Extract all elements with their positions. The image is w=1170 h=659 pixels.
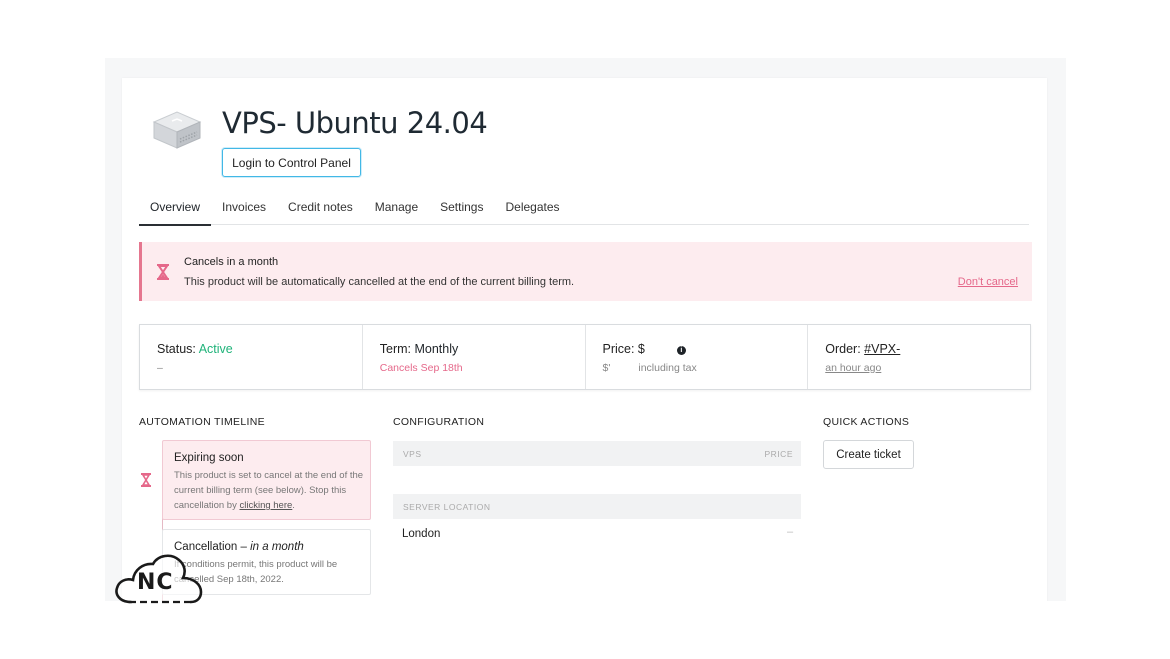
config-col-price: PRICE	[764, 449, 793, 459]
tab-settings[interactable]: Settings	[429, 190, 494, 224]
price-label: Price: $	[602, 342, 645, 356]
term-cell: Term: Monthly Cancels Sep 18th	[363, 325, 586, 389]
alert-message: This product will be automatically cance…	[184, 276, 575, 288]
tab-invoices[interactable]: Invoices	[211, 190, 277, 224]
server-location-header: SERVER LOCATION	[393, 494, 801, 519]
alert-title: Cancels in a month	[184, 256, 279, 268]
order-time[interactable]: an hour ago	[825, 362, 1030, 374]
product-summary: Status: Active – Term: Monthly Cancels S…	[139, 324, 1031, 390]
price-tax-note: including tax	[638, 362, 697, 374]
timeline-item-expiring: Expiring soon This product is set to can…	[162, 440, 371, 520]
price-cell: Price: $ i $' including tax	[586, 325, 809, 389]
term-value: Monthly	[414, 342, 459, 356]
timeline-item-text-end: .	[292, 500, 295, 511]
config-header-row: VPS PRICE	[393, 441, 801, 466]
tab-credit-notes[interactable]: Credit notes	[277, 190, 364, 224]
status-sub: –	[157, 362, 163, 374]
order-link[interactable]: #VPX-	[864, 342, 900, 356]
timeline-item-title-suffix: in a month	[250, 541, 304, 553]
tab-manage[interactable]: Manage	[364, 190, 429, 224]
timeline-item-text: This product is set to cancel at the end…	[174, 468, 364, 513]
dont-cancel-link[interactable]: Don't cancel	[958, 276, 1018, 288]
order-cell: Order: #VPX- an hour ago	[808, 325, 1030, 389]
tab-delegates[interactable]: Delegates	[494, 190, 570, 224]
term-cancel-date: Cancels Sep 18th	[379, 362, 463, 374]
timeline-heading: AUTOMATION TIMELINE	[139, 416, 265, 428]
server-box-icon	[152, 111, 202, 149]
create-ticket-button[interactable]: Create ticket	[823, 440, 914, 469]
term-label: Term:	[379, 342, 411, 356]
tab-bar: Overview Invoices Credit notes Manage Se…	[139, 190, 1029, 226]
configuration-heading: CONFIGURATION	[393, 416, 485, 428]
login-control-panel-button[interactable]: Login to Control Panel	[222, 148, 361, 177]
server-location-value: London	[402, 528, 441, 540]
tab-overview[interactable]: Overview	[139, 190, 212, 226]
timeline-item-title: Expiring soon	[174, 452, 244, 464]
logo-text: NC	[137, 570, 174, 595]
status-cell: Status: Active –	[140, 325, 363, 389]
server-location-label: SERVER LOCATION	[403, 502, 491, 512]
page-title: VPS- Ubuntu 24.04	[222, 106, 488, 140]
hourglass-icon	[141, 473, 151, 487]
config-col-vps: VPS	[403, 449, 422, 459]
price-currency: $'	[602, 362, 611, 374]
nc-cloud-logo: NC	[113, 550, 205, 608]
status-badge: Active	[198, 342, 233, 356]
hourglass-icon	[157, 264, 169, 280]
status-label: Status:	[157, 342, 196, 356]
info-icon[interactable]: i	[676, 346, 686, 355]
order-label: Order:	[825, 342, 861, 356]
server-location-price: –	[787, 526, 794, 538]
screenshot-frame: VPS- Ubuntu 24.04 Login to Control Panel…	[105, 58, 1066, 601]
quick-actions-heading: QUICK ACTIONS	[823, 416, 910, 428]
product-card: VPS- Ubuntu 24.04 Login to Control Panel…	[122, 78, 1047, 601]
cancellation-alert: Cancels in a month This product will be …	[139, 242, 1032, 301]
stop-cancellation-link[interactable]: clicking here	[239, 500, 292, 511]
